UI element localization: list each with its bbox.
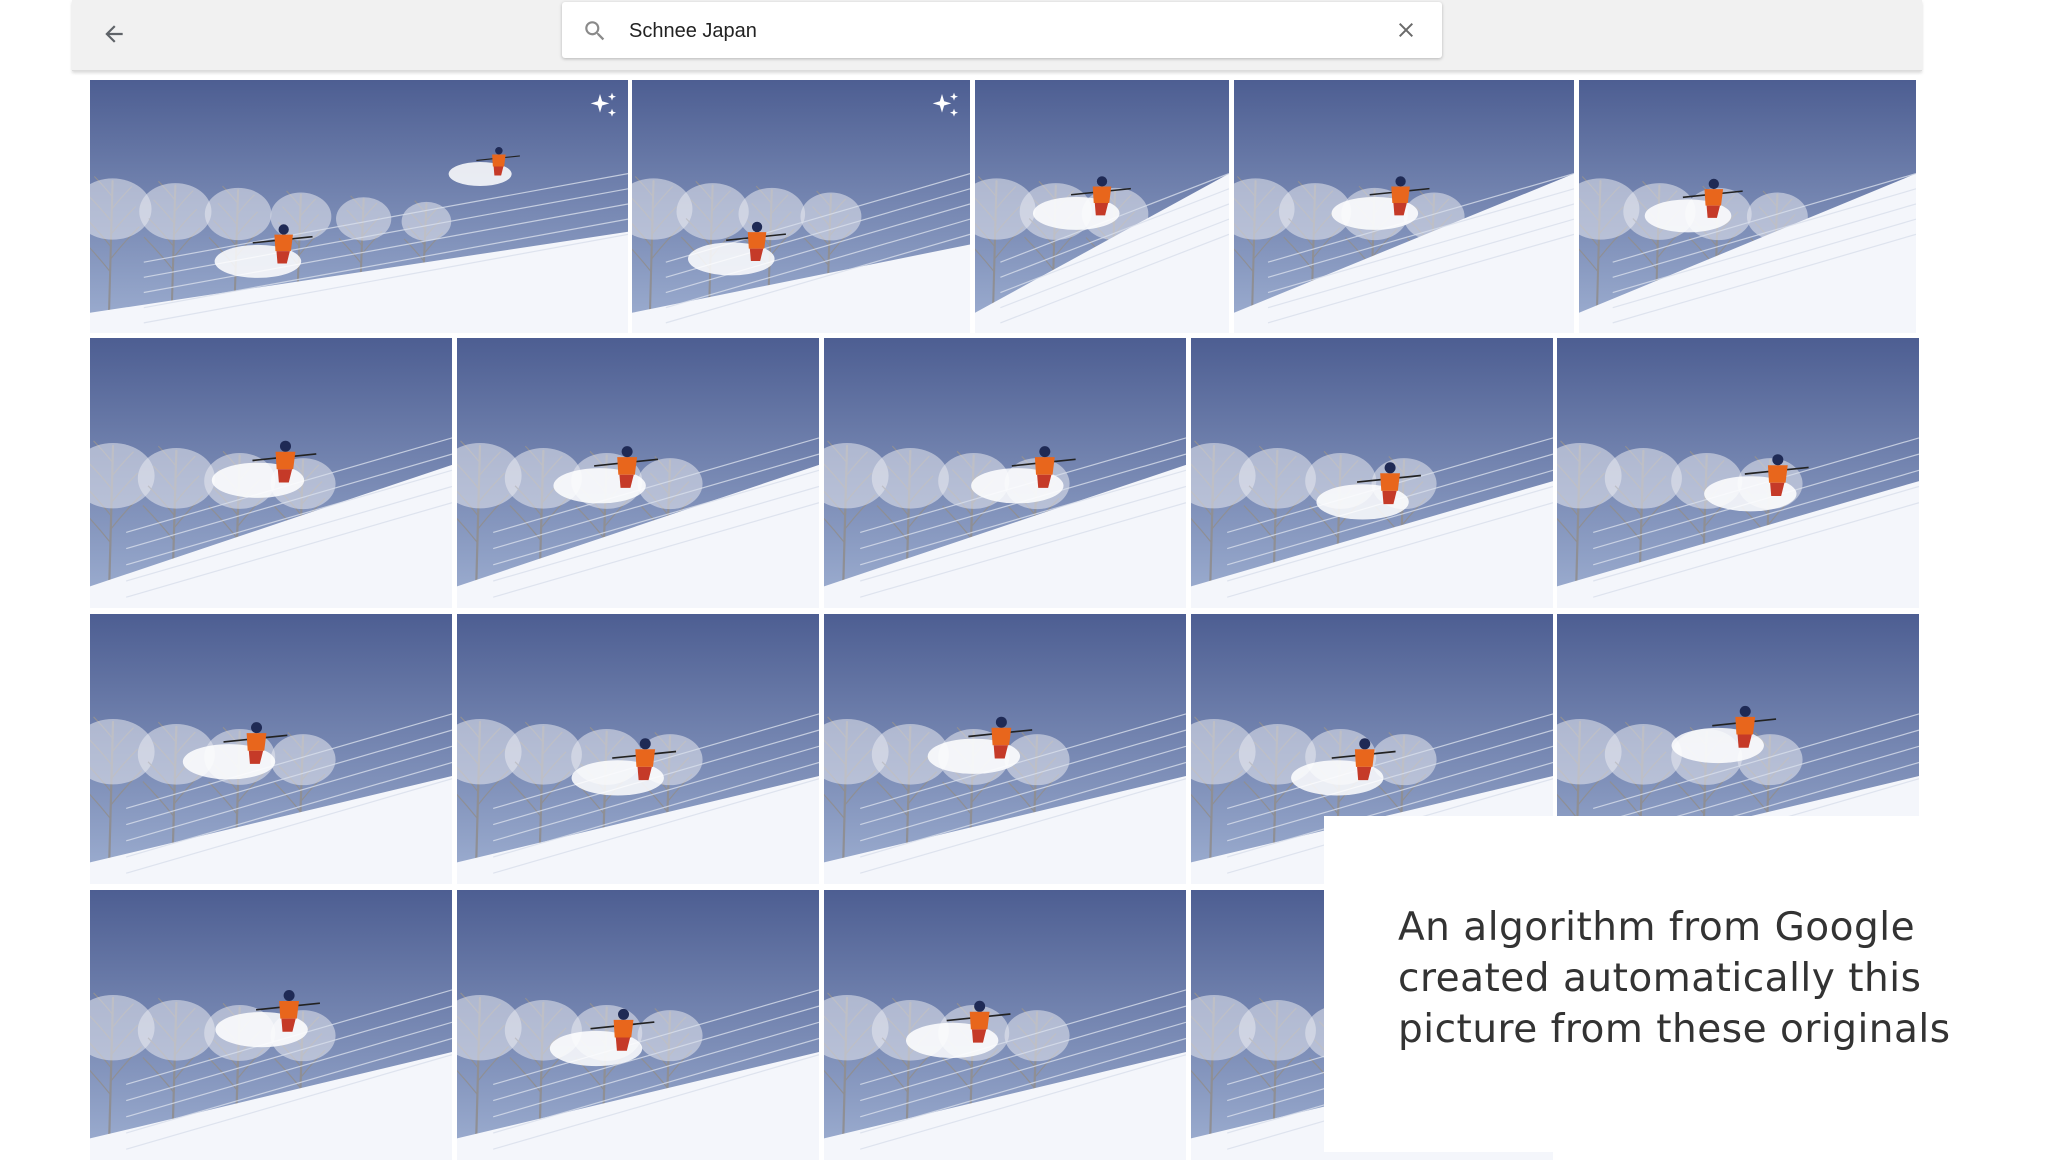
photo-thumbnail[interactable] xyxy=(90,614,452,884)
back-button[interactable] xyxy=(92,12,136,56)
photo-thumbnail[interactable] xyxy=(1557,338,1919,608)
ski-photo-image xyxy=(824,614,1186,884)
caption-panel: An algorithm from Google created automat… xyxy=(1324,816,2048,1152)
ski-photo-image xyxy=(975,80,1229,333)
photo-thumbnail[interactable] xyxy=(632,80,970,333)
ski-photo-image xyxy=(1557,338,1919,608)
photo-thumbnail[interactable] xyxy=(824,614,1186,884)
photo-thumbnail[interactable] xyxy=(457,614,819,884)
search-input[interactable] xyxy=(627,14,1331,48)
ski-photo-image xyxy=(1579,80,1916,333)
ski-photo-image xyxy=(457,338,819,608)
ski-photo-image xyxy=(90,890,452,1160)
photo-thumbnail[interactable] xyxy=(1191,338,1553,608)
search-box[interactable] xyxy=(562,2,1442,58)
ski-photo-image xyxy=(1191,338,1553,608)
auto-created-sparkle-icon xyxy=(932,92,958,117)
photo-thumbnail[interactable] xyxy=(1234,80,1574,333)
ski-photo-image xyxy=(90,614,452,884)
search-toolbar xyxy=(72,0,1922,71)
ski-photo-image xyxy=(457,614,819,884)
close-icon xyxy=(1399,23,1413,37)
photo-thumbnail[interactable] xyxy=(975,80,1229,333)
arrow-left-icon xyxy=(105,25,123,43)
ski-photo-image xyxy=(90,80,628,333)
ski-photo-image xyxy=(632,80,970,333)
photo-thumbnail[interactable] xyxy=(824,338,1186,608)
photo-thumbnail[interactable] xyxy=(457,890,819,1160)
clear-search-button[interactable] xyxy=(1392,16,1420,44)
photo-thumbnail[interactable] xyxy=(1579,80,1916,333)
ski-photo-image xyxy=(90,338,452,608)
caption-text: An algorithm from Google created automat… xyxy=(1398,905,1951,1052)
photo-thumbnail[interactable] xyxy=(90,338,452,608)
photo-thumbnail[interactable] xyxy=(90,80,628,333)
ski-photo-image xyxy=(457,890,819,1160)
auto-created-sparkle-icon xyxy=(590,92,616,117)
ski-photo-image xyxy=(824,338,1186,608)
magnifier-icon xyxy=(585,21,605,41)
ski-photo-image xyxy=(824,890,1186,1160)
photo-thumbnail[interactable] xyxy=(457,338,819,608)
photo-thumbnail[interactable] xyxy=(90,890,452,1160)
photo-thumbnail[interactable] xyxy=(824,890,1186,1160)
ski-photo-image xyxy=(1234,80,1574,333)
